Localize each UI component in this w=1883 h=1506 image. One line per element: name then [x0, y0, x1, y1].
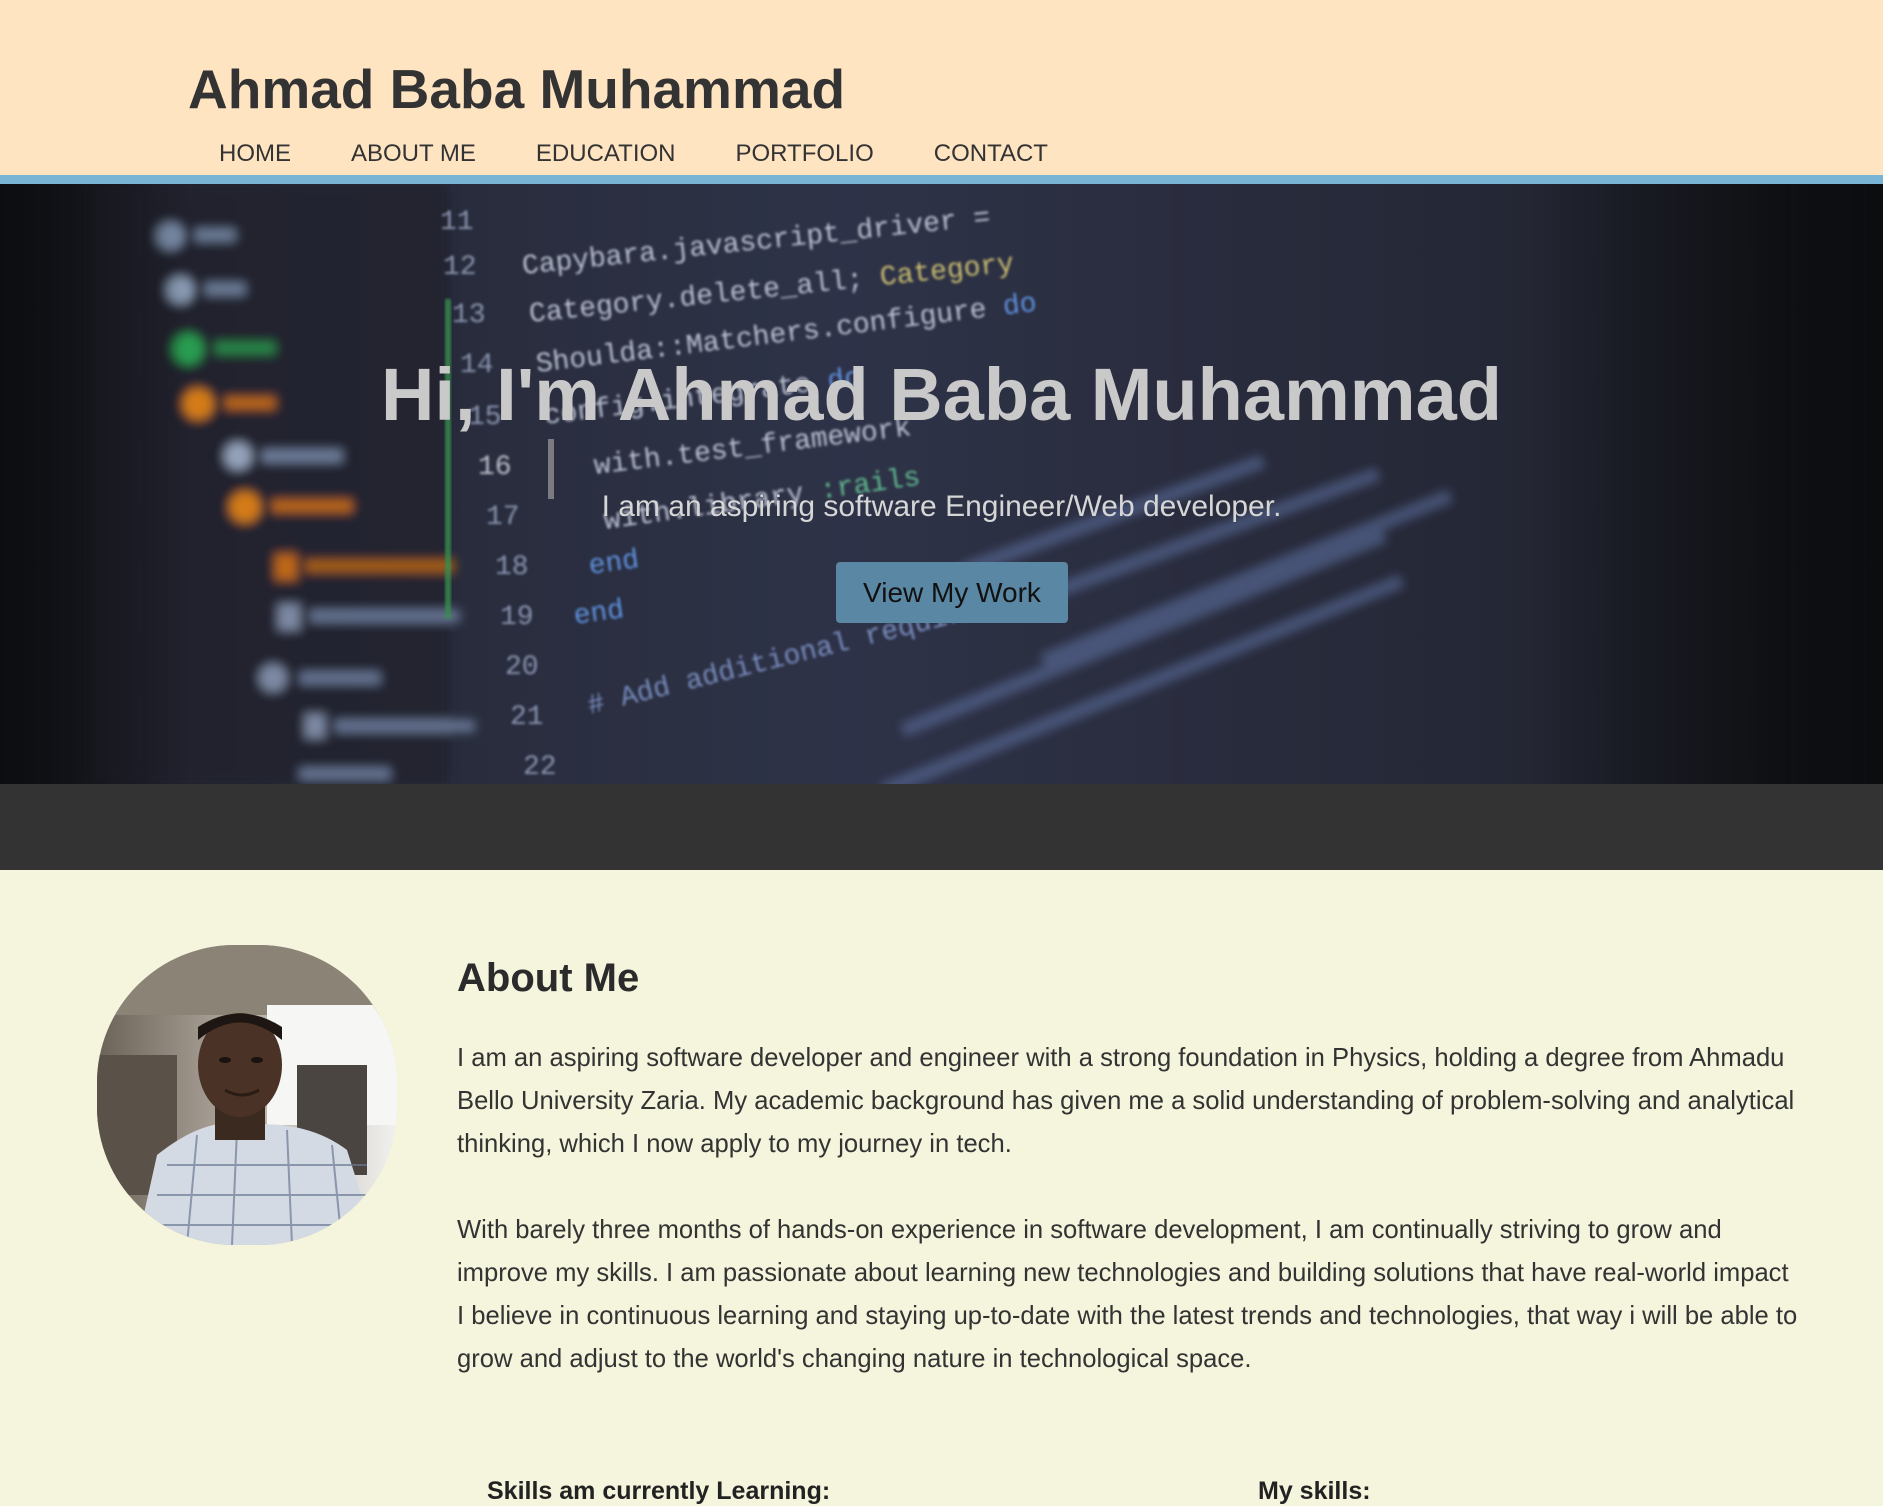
- about-paragraph-2: With barely three months of hands-on exp…: [457, 1216, 1789, 1287]
- hero-heading: Hi, I'm Ahmad Baba Muhammad: [381, 353, 1502, 436]
- about-paragraph-3: I believe in continuous learning and sta…: [457, 1302, 1798, 1373]
- dark-band-divider: [0, 784, 1883, 870]
- main-nav: HOME ABOUT ME EDUCATION PORTFOLIO CONTAC…: [189, 136, 1078, 168]
- profile-photo-icon: [97, 945, 397, 1245]
- about-text: I am an aspiring software developer and …: [457, 1037, 1817, 1381]
- about-title: About Me: [457, 956, 640, 1000]
- nav-item-about-me[interactable]: ABOUT ME: [321, 136, 506, 168]
- my-skills-heading: My skills:: [1258, 1477, 1371, 1505]
- avatar: [97, 945, 397, 1245]
- hero-background-image: 11 12 Capybara.javascript_driver = 13 Ca…: [0, 184, 1883, 784]
- nav-item-contact[interactable]: CONTACT: [904, 136, 1078, 168]
- hero-section: 11 12 Capybara.javascript_driver = 13 Ca…: [0, 184, 1883, 784]
- about-section: About Me I am an aspiring software devel…: [0, 870, 1883, 1505]
- skills-learning-heading: Skills am currently Learning:: [487, 1477, 831, 1505]
- site-header: Ahmad Baba Muhammad HOME ABOUT ME EDUCAT…: [0, 0, 1883, 175]
- site-title: Ahmad Baba Muhammad: [188, 58, 846, 120]
- hero-subtitle: I am an aspiring software Engineer/Web d…: [601, 490, 1282, 523]
- view-my-work-button[interactable]: View My Work: [836, 562, 1068, 623]
- nav-item-home[interactable]: HOME: [189, 136, 321, 168]
- header-divider: [0, 175, 1883, 184]
- about-paragraph-1: I am an aspiring software developer and …: [457, 1044, 1795, 1158]
- nav-item-education[interactable]: EDUCATION: [506, 136, 706, 168]
- nav-item-portfolio[interactable]: PORTFOLIO: [705, 136, 903, 168]
